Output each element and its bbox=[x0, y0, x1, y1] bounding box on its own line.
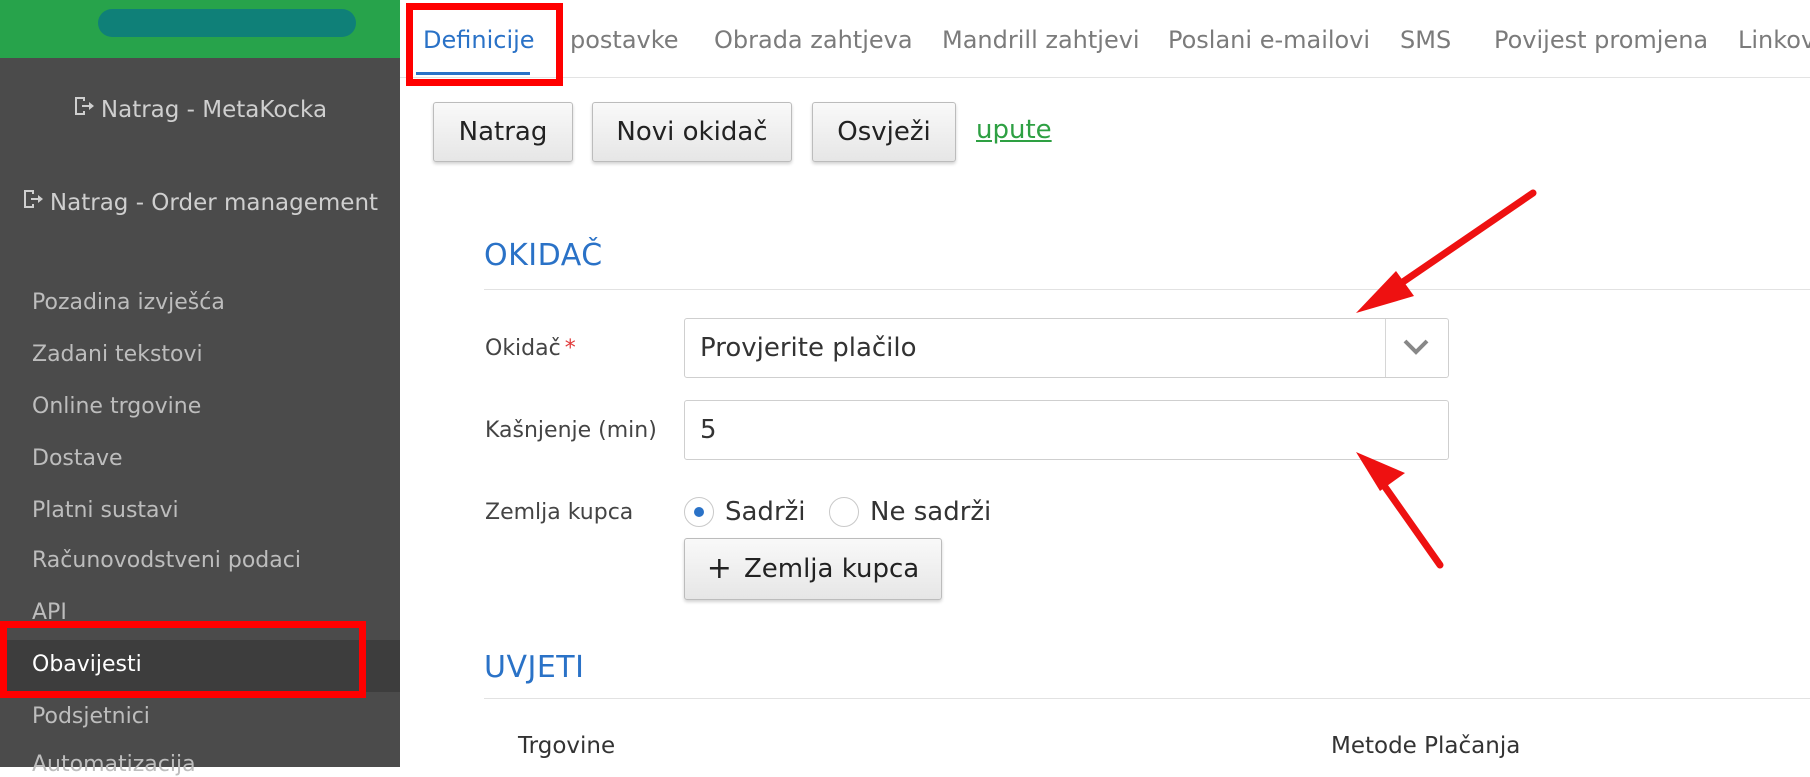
active-tab-indicator bbox=[416, 72, 530, 75]
sidebar-item-report-background[interactable]: Pozadina izvješća bbox=[32, 290, 225, 315]
section-divider bbox=[484, 289, 1810, 290]
back-button[interactable]: Natrag bbox=[433, 102, 573, 162]
help-link[interactable]: upute bbox=[976, 115, 1052, 145]
brand-header bbox=[0, 0, 400, 58]
radio-selected-dot bbox=[694, 507, 704, 517]
tab-request-processing[interactable]: Obrada zahtjeva bbox=[714, 26, 913, 54]
sidebar-item-default-texts[interactable]: Zadani tekstovi bbox=[32, 342, 203, 367]
sidebar-item-automation[interactable]: Automatizacija bbox=[32, 752, 196, 777]
new-trigger-button[interactable]: Novi okidač bbox=[592, 102, 792, 162]
tab-definitions[interactable]: Definicije bbox=[423, 26, 535, 54]
column-header-stores: Trgovine bbox=[518, 733, 616, 759]
trigger-label-text: Okidač bbox=[485, 336, 561, 361]
section-divider bbox=[484, 698, 1810, 699]
trigger-selected-value: Provjerite plačilo bbox=[700, 333, 917, 363]
select-divider bbox=[1385, 319, 1386, 377]
sidebar-item-online-stores[interactable]: Online trgovine bbox=[32, 394, 201, 419]
radio-contains-label[interactable]: Sadrži bbox=[725, 497, 806, 527]
radio-contains[interactable] bbox=[684, 497, 714, 527]
delay-input-value: 5 bbox=[700, 415, 717, 445]
arrow-to-delay-input bbox=[1374, 473, 1444, 569]
trigger-field-label: Okidač * bbox=[485, 336, 576, 361]
delay-field-label: Kašnjenje (min) bbox=[485, 418, 657, 443]
customer-country-label: Zemlja kupca bbox=[485, 500, 634, 525]
chevron-down-icon[interactable] bbox=[1402, 337, 1430, 357]
plus-icon: + bbox=[706, 551, 732, 586]
sidebar-item-deliveries[interactable]: Dostave bbox=[32, 446, 123, 471]
radio-not-contains-label[interactable]: Ne sadrži bbox=[870, 497, 991, 527]
tab-sent-emails[interactable]: Poslani e-mailovi bbox=[1168, 26, 1370, 54]
delay-input[interactable]: 5 bbox=[684, 400, 1449, 460]
arrow-to-trigger-select bbox=[1374, 189, 1537, 303]
add-customer-country-button[interactable]: + Zemlja kupca bbox=[684, 538, 942, 600]
trigger-section-title: OKIDAČ bbox=[484, 238, 603, 273]
sidebar-item-accounting-data[interactable]: Računovodstveni podaci bbox=[32, 548, 301, 573]
add-country-label: Zemlja kupca bbox=[743, 554, 920, 584]
sidebar: Natrag - MetaKocka Natrag - Order manage… bbox=[0, 0, 400, 777]
logout-icon bbox=[22, 188, 44, 216]
sidebar-item-reminders[interactable]: Podsjetnici bbox=[32, 704, 150, 729]
tab-settings[interactable]: postavke bbox=[570, 26, 679, 54]
radio-not-contains[interactable] bbox=[829, 497, 859, 527]
back-to-metakocka-link[interactable]: Natrag - MetaKocka bbox=[0, 95, 400, 123]
tab-links[interactable]: Linkovi bbox=[1738, 26, 1810, 54]
back-link-label: Natrag - Order management bbox=[49, 190, 379, 216]
tab-mandrill-requests[interactable]: Mandrill zahtjevi bbox=[942, 26, 1140, 54]
tab-change-history[interactable]: Povijest promjena bbox=[1494, 26, 1708, 54]
column-header-payment-methods: Metode Plačanja bbox=[1331, 733, 1521, 759]
required-marker: * bbox=[564, 336, 576, 361]
redacted-brand-logo bbox=[98, 9, 356, 37]
trigger-select[interactable]: Provjerite plačilo bbox=[684, 318, 1449, 378]
tab-sms[interactable]: SMS bbox=[1400, 26, 1451, 54]
sidebar-item-payment-systems[interactable]: Platni sustavi bbox=[32, 498, 179, 523]
conditions-section-title: UVJETI bbox=[484, 650, 585, 685]
sidebar-item-notifications[interactable]: Obavijesti bbox=[32, 652, 142, 677]
sidebar-item-api[interactable]: API bbox=[32, 600, 67, 625]
refresh-button[interactable]: Osvježi bbox=[812, 102, 956, 162]
logout-icon bbox=[73, 95, 95, 123]
back-link-label: Natrag - MetaKocka bbox=[100, 97, 328, 123]
back-to-order-management-link[interactable]: Natrag - Order management bbox=[0, 188, 400, 216]
arrowhead-icon bbox=[1356, 271, 1414, 313]
